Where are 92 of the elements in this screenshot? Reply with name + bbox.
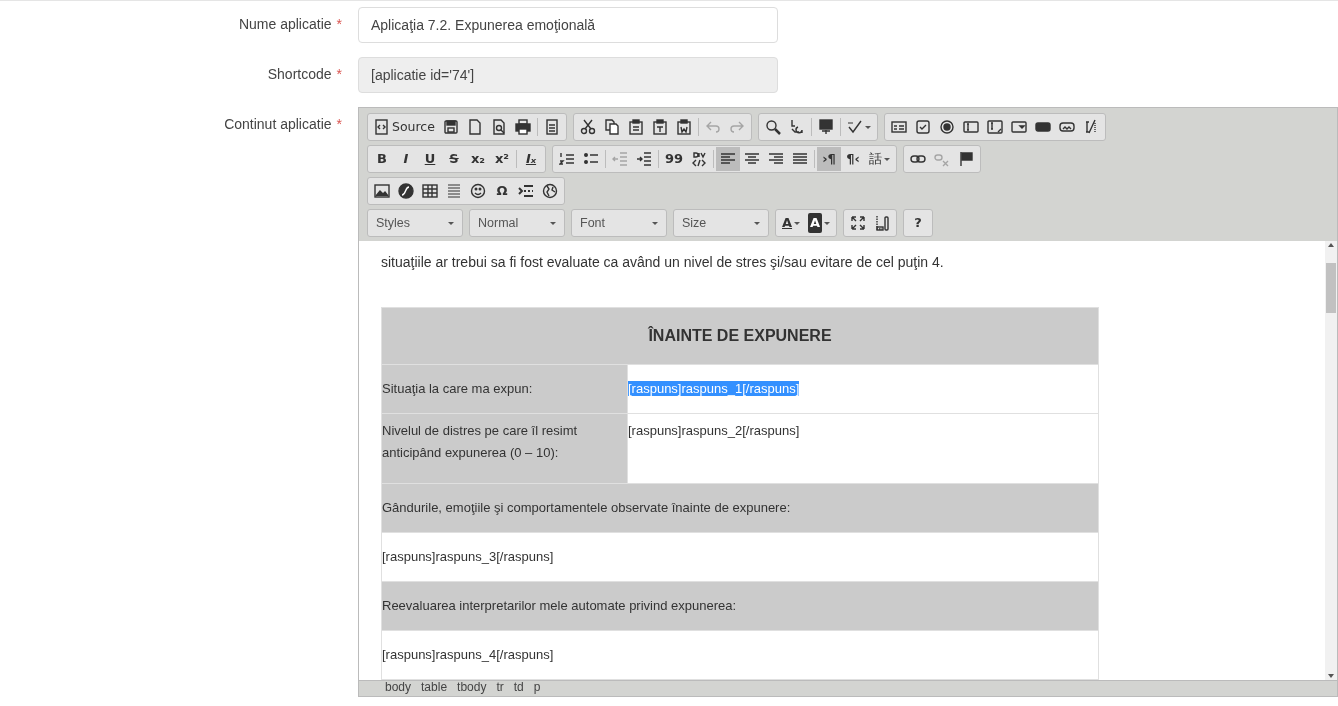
input-field[interactable]: Aplicaţia 7.2. Expunerea emoţională bbox=[358, 7, 778, 43]
element-path-link[interactable]: table bbox=[421, 681, 448, 696]
bold-tool-button[interactable]: B bbox=[370, 147, 394, 171]
table-cell: [raspuns]raspuns_2[/raspuns] bbox=[628, 423, 800, 438]
table-cell: [raspuns]raspuns_4[/raspuns] bbox=[381, 630, 1099, 680]
paragraph: situaţiile ar trebui sa fi fost evaluate ca având un nivel de stres şi/sau evitare de cel puţin 4. bbox=[381, 253, 945, 272]
scrollbar[interactable] bbox=[1325, 241, 1337, 680]
blockquote-tool-button[interactable]: 99 bbox=[661, 147, 688, 171]
smiley-icon bbox=[470, 183, 486, 199]
element-path-link[interactable]: body bbox=[385, 681, 412, 696]
element-path-link[interactable]: tr bbox=[496, 681, 504, 696]
flash-icon bbox=[398, 183, 414, 199]
strike-tool-button[interactable]: S bbox=[442, 147, 466, 171]
required-mark: * bbox=[336, 66, 342, 82]
superscript-tool-button[interactable]: x² bbox=[490, 147, 514, 171]
unlink-icon bbox=[934, 151, 951, 167]
dropdown-combo[interactable]: Normal bbox=[469, 209, 565, 237]
text-field-icon bbox=[962, 119, 979, 135]
copy-icon bbox=[603, 119, 620, 135]
paste-word-icon bbox=[675, 119, 692, 135]
readonly-field[interactable]: [aplicatie id='74'] bbox=[358, 57, 778, 93]
scroll-thumb[interactable] bbox=[1326, 263, 1336, 313]
table-cell: Gândurile, emoţiile şi comportamentele observate înainte de expunere: bbox=[381, 483, 1099, 533]
field-label: Shortcode bbox=[267, 66, 332, 82]
field-label: Continut aplicatie bbox=[224, 116, 332, 132]
align-right-icon bbox=[768, 151, 785, 167]
globe-icon bbox=[542, 183, 558, 199]
element-path-link[interactable]: p bbox=[533, 681, 541, 696]
page-break-icon bbox=[518, 183, 534, 199]
horizontal-rule-icon bbox=[446, 183, 462, 199]
about-tool-button[interactable]: ? bbox=[906, 211, 931, 235]
align-left-tool-button[interactable] bbox=[716, 147, 741, 171]
button-icon bbox=[1034, 119, 1051, 135]
underline-tool-button[interactable]: U bbox=[418, 147, 442, 171]
select-icon bbox=[1010, 119, 1027, 135]
maximize-icon bbox=[850, 215, 867, 231]
cut-icon bbox=[579, 119, 596, 135]
align-center-icon bbox=[744, 151, 761, 167]
table-cell: Nivelul de distres pe care îl resimt anticipând expunerea (0 – 10): bbox=[381, 413, 628, 484]
justify-icon bbox=[792, 151, 809, 167]
check-field-icon bbox=[914, 119, 931, 135]
new-page-icon bbox=[466, 119, 483, 135]
image-button-icon bbox=[1058, 119, 1075, 135]
subscript-tool-button[interactable]: x₂ bbox=[466, 147, 490, 171]
form-icon bbox=[890, 119, 907, 135]
replace-icon bbox=[788, 119, 805, 135]
table-header: ÎNAINTE DE EXPUNERE bbox=[381, 307, 1099, 365]
source-icon bbox=[374, 119, 390, 135]
paste-icon bbox=[627, 119, 644, 135]
language-tool-button[interactable]: 話 bbox=[865, 147, 895, 171]
table-cell: Reevaluarea interpretarilor mele automate privind expunerea: bbox=[381, 581, 1099, 631]
ltr-tool-button[interactable]: ›¶ bbox=[817, 147, 842, 171]
outdent-icon bbox=[612, 151, 628, 167]
table-cell: [raspuns]raspuns_3[/raspuns] bbox=[381, 532, 1099, 582]
flag-icon bbox=[958, 151, 975, 167]
special-char-tool-button[interactable]: Ω bbox=[490, 179, 514, 203]
table-cell: [raspuns]raspuns_1[/raspuns] bbox=[628, 381, 800, 396]
element-path-link[interactable]: td bbox=[513, 681, 524, 696]
bulleted-list-icon bbox=[583, 151, 599, 167]
preview-icon bbox=[490, 119, 507, 135]
div-icon bbox=[691, 151, 708, 167]
indent-icon bbox=[636, 151, 652, 167]
select-all-icon bbox=[817, 119, 834, 135]
rtl-tool-button[interactable]: ¶‹ bbox=[841, 147, 866, 171]
dropdown-combo[interactable]: Font bbox=[571, 209, 667, 237]
save-icon bbox=[442, 119, 459, 135]
dropdown-combo[interactable]: Size bbox=[673, 209, 769, 237]
option-field-icon bbox=[938, 119, 955, 135]
undo-icon bbox=[704, 119, 721, 135]
required-mark: * bbox=[336, 16, 342, 32]
remove-format-tool-button[interactable]: Iₓ bbox=[519, 147, 543, 171]
table-cell: Situaţia la care ma expun: bbox=[381, 364, 628, 414]
dropdown-combo[interactable]: Styles bbox=[367, 209, 463, 237]
align-left-icon bbox=[720, 151, 737, 167]
paste-text-icon bbox=[651, 119, 668, 135]
source-tool-button[interactable]: Source bbox=[370, 115, 439, 139]
print-icon bbox=[514, 119, 531, 135]
italic-tool-button[interactable]: I bbox=[394, 147, 418, 171]
numbered-list-icon bbox=[559, 151, 575, 167]
element-path-link[interactable]: tbody bbox=[457, 681, 487, 696]
textarea-icon bbox=[986, 119, 1003, 135]
bg-color-tool-button[interactable]: A bbox=[804, 211, 835, 235]
table-icon bbox=[422, 183, 438, 199]
required-mark: * bbox=[336, 116, 342, 132]
image-icon bbox=[374, 183, 390, 199]
field-label: Nume aplicatie bbox=[238, 16, 332, 32]
text-color-tool-button[interactable]: A bbox=[778, 211, 805, 235]
redo-icon bbox=[728, 119, 745, 135]
find-icon bbox=[764, 119, 781, 135]
show-blocks-icon bbox=[874, 215, 891, 231]
spellcheck-icon bbox=[846, 119, 863, 135]
templates-icon bbox=[543, 119, 560, 135]
